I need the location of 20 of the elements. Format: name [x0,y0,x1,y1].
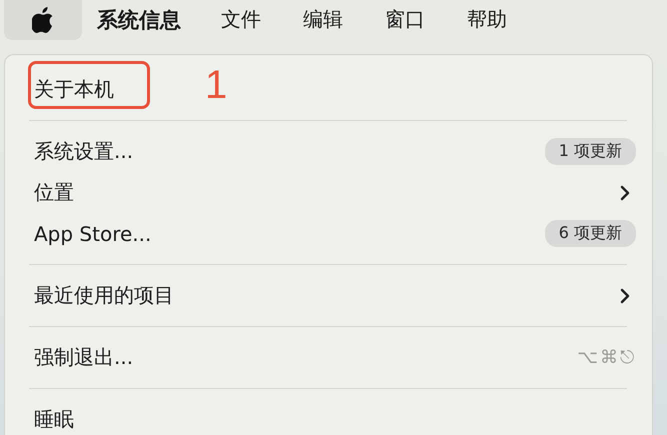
chevron-right-icon [620,288,630,304]
apple-menu-button[interactable] [4,0,82,40]
menu-title[interactable]: 窗口 [385,6,425,34]
menu-item[interactable]: App Store... [34,222,152,246]
update-badge: 6 项更新 [544,220,636,247]
menu-item[interactable]: 位置 [34,179,74,206]
update-badge: 1 项更新 [544,138,636,165]
menu-item[interactable]: 关于本机 [34,76,114,103]
menu-title[interactable]: 文件 [221,6,261,34]
menu-item[interactable]: 强制退出... [34,344,134,371]
keyboard-shortcut: ⌥⌘⎋ [577,347,636,368]
menu-item[interactable]: 睡眠 [34,406,74,433]
apple-logo-icon [32,7,54,33]
menu-item[interactable]: 最近使用的项目 [34,282,174,309]
app-menu-title[interactable]: 系统信息 [97,6,181,34]
menu-item[interactable]: 系统设置... [34,138,134,165]
menu-title[interactable]: 编辑 [303,6,343,34]
chevron-right-icon [620,184,630,200]
menu-title[interactable]: 帮助 [467,6,507,34]
step-number: 1 [205,62,228,109]
